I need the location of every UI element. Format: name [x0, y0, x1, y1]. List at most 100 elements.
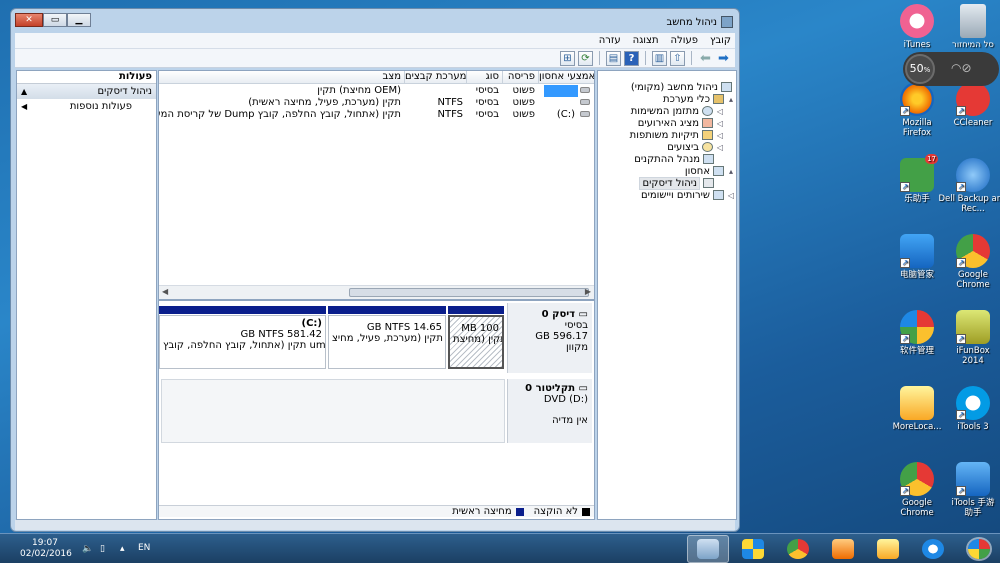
- start-button[interactable]: [958, 535, 1000, 563]
- export-list-icon[interactable]: ⊞: [560, 50, 575, 66]
- help-icon[interactable]: ?: [624, 50, 639, 66]
- expand-arrow-icon[interactable]: ◁: [716, 143, 724, 152]
- taskbar-security[interactable]: [732, 535, 774, 563]
- menu-help[interactable]: עזרה: [599, 35, 621, 46]
- column-header-status[interactable]: מצב: [159, 71, 404, 84]
- scroll-right-arrow-icon[interactable]: ▶: [585, 287, 591, 296]
- column-header-type[interactable]: סוג: [466, 71, 502, 84]
- scrollbar-thumb[interactable]: [349, 288, 589, 297]
- shield-icon: [742, 539, 764, 559]
- refresh-icon[interactable]: ⟳: [578, 50, 593, 66]
- cell-layout: פשוט: [512, 85, 535, 96]
- properties-icon[interactable]: ▤: [606, 50, 621, 66]
- network-icon[interactable]: ▯: [100, 544, 105, 554]
- column-header-layout[interactable]: פריסה: [502, 71, 538, 84]
- chrome-icon: ↗: [900, 462, 934, 496]
- clock[interactable]: 19:07 02/02/2016: [20, 538, 72, 560]
- chrome-icon: [787, 539, 809, 559]
- column-header-filesystem[interactable]: מערכת קבצים: [404, 71, 466, 84]
- taskbar-internet-explorer[interactable]: [912, 535, 954, 563]
- tree-item-services-applications[interactable]: ◁ שירותים ויישומים: [641, 189, 735, 201]
- tree-item-disk-management[interactable]: ניהול דיסקים: [639, 176, 714, 190]
- taskbar: 19:07 02/02/2016 🔈 ▯ ▴ EN: [0, 533, 1000, 563]
- taskbar-explorer[interactable]: [867, 535, 909, 563]
- partition-system[interactable]: GB NTFS 14.65 תקין (מערכת, פעיל, מחיצ: [328, 306, 446, 376]
- expand-arrow-icon[interactable]: ◁: [716, 107, 724, 116]
- up-folder-icon[interactable]: ⇧: [670, 50, 685, 66]
- show-hide-tree-icon[interactable]: ▥: [652, 50, 667, 66]
- column-header-volume[interactable]: אמצעי אחסון: [538, 71, 594, 84]
- volume-icon[interactable]: 🔈: [82, 544, 93, 554]
- menu-view[interactable]: תצוגה: [633, 35, 659, 46]
- disk-graphical-view: דיסק 0 ▭ בסיסי GB 596.17 מקוון MB 100 תק…: [158, 300, 595, 520]
- ccleaner-icon: ↗: [956, 82, 990, 116]
- partition-body: MB 100 תקין (מחיצת: [448, 315, 504, 369]
- menu-action[interactable]: פעולה: [671, 35, 698, 46]
- tray-expand-icon[interactable]: ▴: [120, 544, 125, 554]
- submenu-arrow-icon: ◀: [21, 102, 28, 111]
- partition-bar: [159, 306, 326, 314]
- cdrom-title: תקליטור 0 ▭: [508, 383, 588, 394]
- taskbar-computer-management[interactable]: [687, 535, 729, 563]
- expand-arrow-icon[interactable]: ◁: [716, 119, 724, 128]
- cell-type: בסיסי: [475, 85, 499, 96]
- tree-item-shared-folders[interactable]: ◁ תיקיות משותפות: [630, 129, 724, 141]
- tools-icon: [713, 94, 724, 104]
- collapse-arrow-icon[interactable]: ▲: [21, 84, 27, 99]
- partition-oem[interactable]: MB 100 תקין (מחיצת: [448, 306, 504, 376]
- collapse-arrow-icon[interactable]: ▴: [727, 167, 735, 176]
- partition-c[interactable]: (C:) GB NTFS 581.42 תקין (אתחול, קובץ הח…: [159, 306, 326, 376]
- taskbar-media-player[interactable]: [822, 535, 864, 563]
- partition-status: תקין (מערכת, פעיל, מחיצ: [332, 333, 443, 344]
- scroll-left-arrow-icon[interactable]: ◀: [162, 287, 168, 296]
- desktop-icon-lezhushou[interactable]: 17 ↗ 乐助手: [882, 154, 952, 204]
- tree-item-performance[interactable]: ◁ ביצועים: [667, 141, 724, 153]
- expand-arrow-icon[interactable]: ◁: [716, 131, 724, 140]
- forward-arrow-icon[interactable]: ⬅: [698, 51, 713, 66]
- tree-item-label: מתזמן המשימות: [630, 105, 699, 117]
- cdrom-0-header[interactable]: תקליטור 0 ▭ DVD (D:) אין מדיה: [507, 379, 592, 443]
- partition-size: GB NTFS 14.65: [366, 322, 442, 333]
- disk-0-header[interactable]: דיסק 0 ▭ בסיסי GB 596.17 מקוון: [507, 303, 592, 373]
- partition-body: (C:) GB NTFS 581.42 תקין (אתחול, קובץ הח…: [159, 315, 326, 369]
- close-button[interactable]: ✕: [15, 13, 43, 27]
- tree-item-event-viewer[interactable]: ◁ מציג האירועים: [638, 117, 724, 129]
- taskbar-chrome[interactable]: [777, 535, 819, 563]
- desktop-icon-morelocale[interactable]: MoreLoca...: [882, 386, 952, 432]
- disk-legend: לא הוקצה מחיצה ראשית: [159, 505, 594, 517]
- tree-item-label: אחסון: [684, 165, 710, 177]
- network-speed-widget[interactable]: 50% ◠⊘: [903, 52, 999, 86]
- actions-more-label: פעולות נוספות: [69, 101, 132, 112]
- software-manager-icon: ↗: [900, 310, 934, 344]
- itools-games-icon: ↗: [956, 462, 990, 496]
- horizontal-scrollbar[interactable]: ◀ ▶: [159, 285, 594, 299]
- tree-item-system-tools[interactable]: ▴ כלי מערכת: [663, 93, 735, 105]
- tree-item-device-manager[interactable]: מנהל ההתקנים: [634, 153, 714, 165]
- desktop-icon-itunes[interactable]: iTunes: [882, 4, 952, 50]
- actions-disk-management[interactable]: ▲ ניהול דיסקים: [17, 84, 156, 99]
- title-bar[interactable]: ✕ ▭ ▁ ניהול מחשב: [11, 9, 739, 33]
- desktop-icon-software-manager[interactable]: ↗ 软件管理: [882, 310, 952, 356]
- clock-icon: [702, 106, 713, 116]
- pc-manager-icon: ↗: [900, 234, 934, 268]
- disk-type: בסיסי: [564, 320, 588, 331]
- partition-status: תקין (מחיצת: [453, 334, 504, 345]
- tree-item-storage[interactable]: ▴ אחסון: [685, 165, 735, 177]
- expand-arrow-icon[interactable]: ◁: [727, 191, 735, 200]
- minimize-button[interactable]: ▁: [67, 13, 91, 27]
- cell-volume: [538, 97, 578, 109]
- actions-pane: פעולות ▲ ניהול דיסקים ◀ פעולות נוספות: [16, 70, 157, 520]
- tree-item-label: מציג האירועים: [637, 117, 699, 129]
- tree-item-computer-management[interactable]: ניהול מחשב (מקומי): [631, 81, 732, 93]
- back-arrow-icon[interactable]: ➡: [716, 51, 731, 66]
- actions-more[interactable]: ◀ פעולות נוספות: [17, 99, 156, 114]
- language-indicator[interactable]: EN: [138, 543, 150, 553]
- volume-selected-cell[interactable]: [544, 85, 578, 97]
- desktop-icon-firefox[interactable]: ↗ Mozilla Firefox: [882, 82, 952, 138]
- menu-file[interactable]: קובץ: [710, 35, 731, 46]
- maximize-button[interactable]: ▭: [43, 13, 67, 27]
- desktop-icon-pc-manager[interactable]: ↗ 电脑管家: [882, 234, 952, 280]
- collapse-arrow-icon[interactable]: ▴: [727, 95, 735, 104]
- desktop-icon-chrome-2[interactable]: ↗ Google Chrome: [882, 462, 952, 518]
- tree-item-task-scheduler[interactable]: ◁ מתזמן המשימות: [631, 105, 724, 117]
